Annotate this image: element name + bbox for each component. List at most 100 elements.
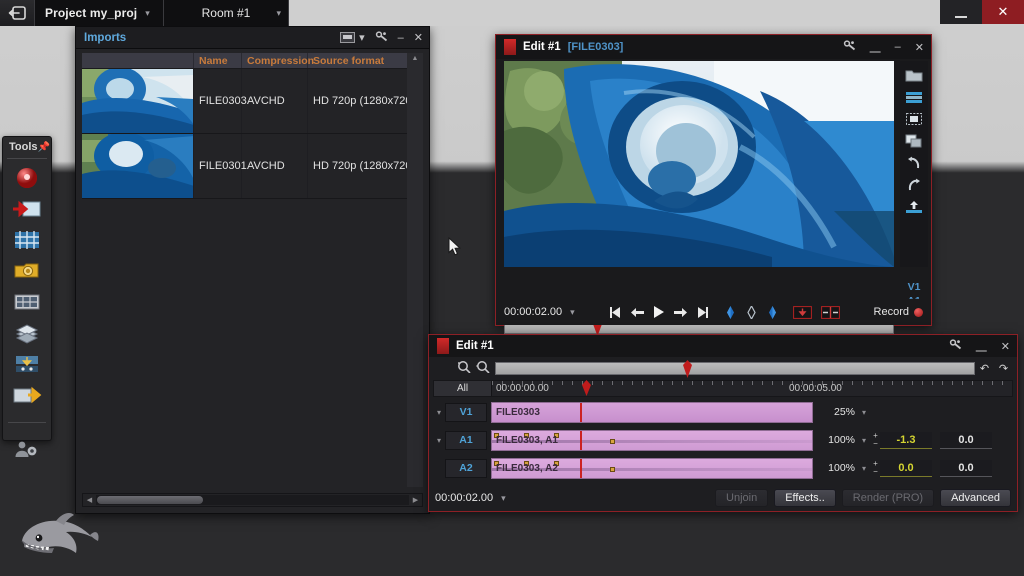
settings-icon[interactable]: [375, 31, 388, 45]
column-header-compression[interactable]: Compression: [242, 53, 308, 68]
unjoin-button[interactable]: Unjoin: [715, 489, 768, 507]
storyboard-icon[interactable]: [11, 290, 43, 314]
track-level-a1[interactable]: 100%: [813, 434, 857, 446]
scroll-right-arrow[interactable]: ▶: [409, 494, 422, 506]
row-thumbnail[interactable]: [82, 69, 194, 133]
track-expand-caret[interactable]: ▾: [433, 436, 445, 445]
chevron-down-icon[interactable]: ▾: [359, 31, 365, 44]
scrollbar-track[interactable]: [96, 495, 409, 505]
chevron-down-icon[interactable]: ▾: [857, 464, 871, 473]
insert-clip-button[interactable]: [793, 306, 812, 319]
pin-icon[interactable]: ⎽: [870, 41, 881, 54]
close-icon[interactable]: ✕: [414, 31, 423, 44]
set-out-point-button[interactable]: [766, 306, 779, 319]
track-trim-a2[interactable]: 0.0: [880, 460, 932, 477]
imports-vertical-scrollbar[interactable]: ▲: [407, 53, 423, 487]
export-icon[interactable]: [11, 383, 43, 407]
track-label-a2[interactable]: A2: [445, 459, 487, 478]
close-button[interactable]: ✕: [982, 0, 1024, 24]
track-label-v1[interactable]: V1: [445, 403, 487, 422]
minimize-icon[interactable]: –: [895, 41, 901, 53]
undo-icon[interactable]: [903, 155, 925, 171]
column-header-thumbnail[interactable]: [82, 53, 194, 68]
frame-icon[interactable]: [903, 111, 925, 127]
users-settings-icon[interactable]: [11, 437, 43, 461]
playhead-marker[interactable]: [683, 360, 692, 378]
all-tracks-button[interactable]: All: [434, 381, 492, 396]
timeline-timecode[interactable]: 00:00:02.00: [435, 492, 493, 504]
settings-icon[interactable]: [949, 339, 962, 353]
clip-a2[interactable]: FILE0303, A2: [491, 458, 813, 479]
clip-v1[interactable]: FILE0303: [491, 402, 813, 423]
column-header-source-format[interactable]: Source format: [308, 53, 407, 68]
upload-to-track-icon[interactable]: [903, 199, 925, 215]
minimize-button[interactable]: [940, 0, 982, 24]
marker-button[interactable]: [746, 306, 757, 319]
close-icon[interactable]: ✕: [1001, 340, 1010, 353]
skip-end-button[interactable]: [696, 307, 709, 318]
track-trim-a1[interactable]: -1.3: [880, 432, 932, 449]
zoom-out-icon[interactable]: [476, 360, 490, 378]
preview-timecode[interactable]: 00:00:02.00: [504, 306, 562, 318]
track-pan-a2[interactable]: 0.0: [940, 460, 992, 477]
pin-icon[interactable]: ⎽: [976, 340, 987, 353]
playhead-marker[interactable]: [582, 380, 591, 395]
clip-a1[interactable]: FILE0303, A1: [491, 430, 813, 451]
chevron-down-icon[interactable]: ▾: [570, 307, 575, 318]
step-back-button[interactable]: [631, 307, 644, 318]
table-row[interactable]: FILE0303 AVCHD HD 720p (1280x720: [82, 69, 407, 134]
back-arrow-icon[interactable]: [0, 0, 34, 26]
table-row[interactable]: FILE0301 AVCHD HD 720p (1280x720: [82, 134, 407, 199]
track-level-v1[interactable]: 25%: [813, 406, 857, 418]
effects-button[interactable]: Effects..: [774, 489, 836, 507]
view-mode-icon[interactable]: [340, 32, 355, 43]
timeline-scroll-bar[interactable]: [495, 362, 975, 375]
filmstrip-icon[interactable]: [11, 228, 43, 252]
record-indicator[interactable]: [914, 308, 923, 317]
imports-horizontal-scrollbar[interactable]: ◀ ▶: [82, 493, 423, 507]
stepper-icon[interactable]: +−: [871, 460, 880, 476]
capture-photo-icon[interactable]: [11, 259, 43, 283]
scroll-left-arrow[interactable]: ◀: [83, 494, 96, 506]
redo-icon[interactable]: ↷: [999, 362, 1008, 375]
folder-icon[interactable]: [903, 67, 925, 83]
scroll-up-arrow[interactable]: ▲: [407, 53, 423, 64]
room-selector[interactable]: Room #1 ▾: [164, 0, 289, 26]
download-media-icon[interactable]: [11, 352, 43, 376]
skip-start-button[interactable]: [609, 307, 622, 318]
pin-icon[interactable]: 📌: [38, 142, 50, 153]
track-pan-a1[interactable]: 0.0: [940, 432, 992, 449]
record-control[interactable]: Record: [874, 306, 923, 318]
video-preview[interactable]: [504, 61, 894, 267]
track-label-a1[interactable]: A1: [445, 431, 487, 450]
keyframe-marker[interactable]: [610, 467, 615, 472]
zoom-in-icon[interactable]: [457, 360, 471, 378]
stacked-layers-icon[interactable]: [903, 89, 925, 105]
close-icon[interactable]: ✕: [915, 41, 924, 54]
chevron-down-icon[interactable]: ▾: [857, 408, 871, 417]
library-icon[interactable]: [11, 321, 43, 345]
set-in-point-button[interactable]: [724, 306, 737, 319]
redo-icon[interactable]: [903, 177, 925, 193]
stepper-icon[interactable]: +−: [871, 432, 880, 448]
keyframe-marker[interactable]: [610, 439, 615, 444]
ruler-ticks-area[interactable]: 00:00:00.00 00:00:05.00: [492, 381, 1012, 396]
import-media-icon[interactable]: [11, 197, 43, 221]
undo-icon[interactable]: ↶: [980, 362, 989, 375]
chevron-down-icon[interactable]: ▾: [501, 493, 506, 504]
column-header-name[interactable]: Name: [194, 53, 242, 68]
chevron-down-icon[interactable]: ▾: [857, 436, 871, 445]
record-button-icon[interactable]: [11, 166, 43, 190]
window-icon[interactable]: [903, 133, 925, 149]
scrollbar-thumb[interactable]: [97, 496, 203, 504]
render-button[interactable]: Render (PRO): [842, 489, 934, 507]
advanced-button[interactable]: Advanced: [940, 489, 1011, 507]
step-forward-button[interactable]: [674, 307, 687, 318]
minimize-icon[interactable]: –: [398, 32, 404, 44]
track-expand-caret[interactable]: ▾: [433, 408, 445, 417]
play-button[interactable]: [653, 306, 665, 318]
settings-icon[interactable]: [843, 40, 856, 54]
track-level-a2[interactable]: 100%: [813, 462, 857, 474]
split-clip-button[interactable]: [821, 306, 840, 319]
project-selector[interactable]: Project my_proj ▾: [34, 0, 164, 26]
